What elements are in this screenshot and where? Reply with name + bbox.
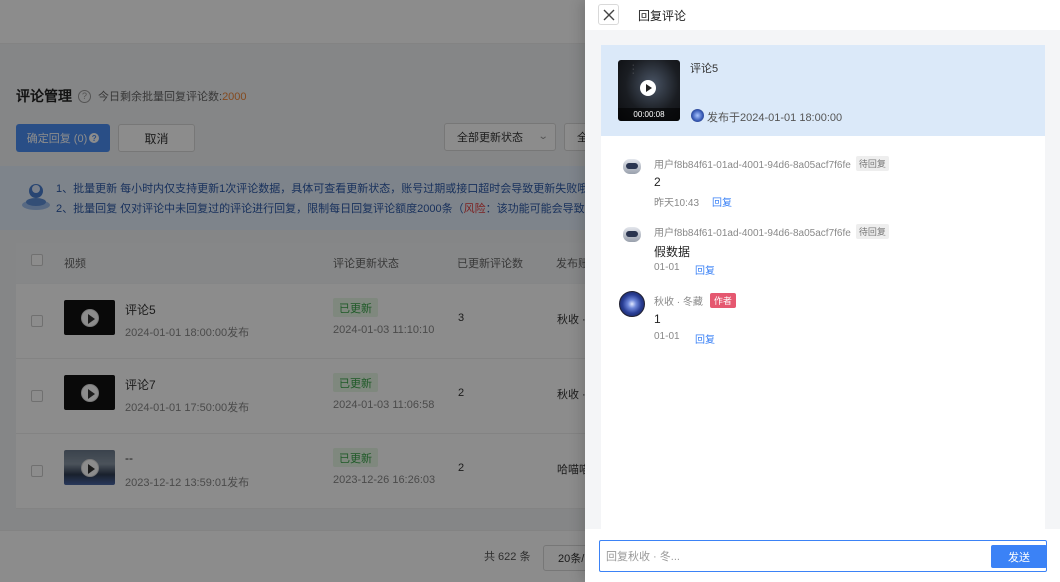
author-tag: 作者 bbox=[710, 293, 736, 308]
reply-drawer: 回复评论 ··· 00:00:08 评论5 发布于2024-01-01 18:0… bbox=[585, 0, 1060, 582]
comment-text: 1 bbox=[654, 312, 661, 326]
avatar bbox=[621, 224, 643, 246]
comment-user: 用户f8b84f61-01ad-4001-94d6-8a05acf7f6fe待回… bbox=[654, 156, 889, 171]
avatar bbox=[621, 156, 643, 178]
account-avatar bbox=[691, 109, 704, 122]
comment-time: 昨天10:43 bbox=[654, 194, 699, 209]
pending-tag: 待回复 bbox=[856, 224, 889, 239]
comment-text: 2 bbox=[654, 175, 661, 189]
dots-decoration: ··· bbox=[632, 64, 634, 76]
send-button[interactable]: 发送 bbox=[991, 545, 1047, 568]
reply-input[interactable] bbox=[606, 547, 986, 567]
comment-user: 用户f8b84f61-01ad-4001-94d6-8a05acf7f6fe待回… bbox=[654, 224, 889, 239]
comment-time: 01-01 bbox=[654, 262, 680, 273]
drawer-title: 回复评论 bbox=[638, 7, 686, 24]
avatar bbox=[619, 291, 645, 317]
pending-tag: 待回复 bbox=[856, 156, 889, 171]
comment-user: 秋收 · 冬藏作者 bbox=[654, 293, 736, 308]
comment-text: 假数据 bbox=[654, 243, 690, 260]
video-card: ··· 00:00:08 评论5 发布于2024-01-01 18:00:00 bbox=[601, 45, 1045, 136]
publish-time: 发布于2024-01-01 18:00:00 bbox=[707, 109, 842, 125]
reply-link[interactable]: 回复 bbox=[695, 262, 715, 277]
reply-link[interactable]: 回复 bbox=[712, 194, 732, 209]
reply-link[interactable]: 回复 bbox=[695, 331, 715, 346]
close-button[interactable] bbox=[598, 4, 619, 25]
video-duration: 00:00:08 bbox=[618, 108, 680, 121]
video-title: 评论5 bbox=[690, 60, 718, 76]
play-icon bbox=[640, 80, 656, 96]
comment-time: 01-01 bbox=[654, 331, 680, 342]
reply-bar: 发送 bbox=[599, 540, 1047, 572]
video-thumbnail[interactable]: ··· 00:00:08 bbox=[618, 60, 680, 121]
close-icon bbox=[603, 9, 615, 21]
